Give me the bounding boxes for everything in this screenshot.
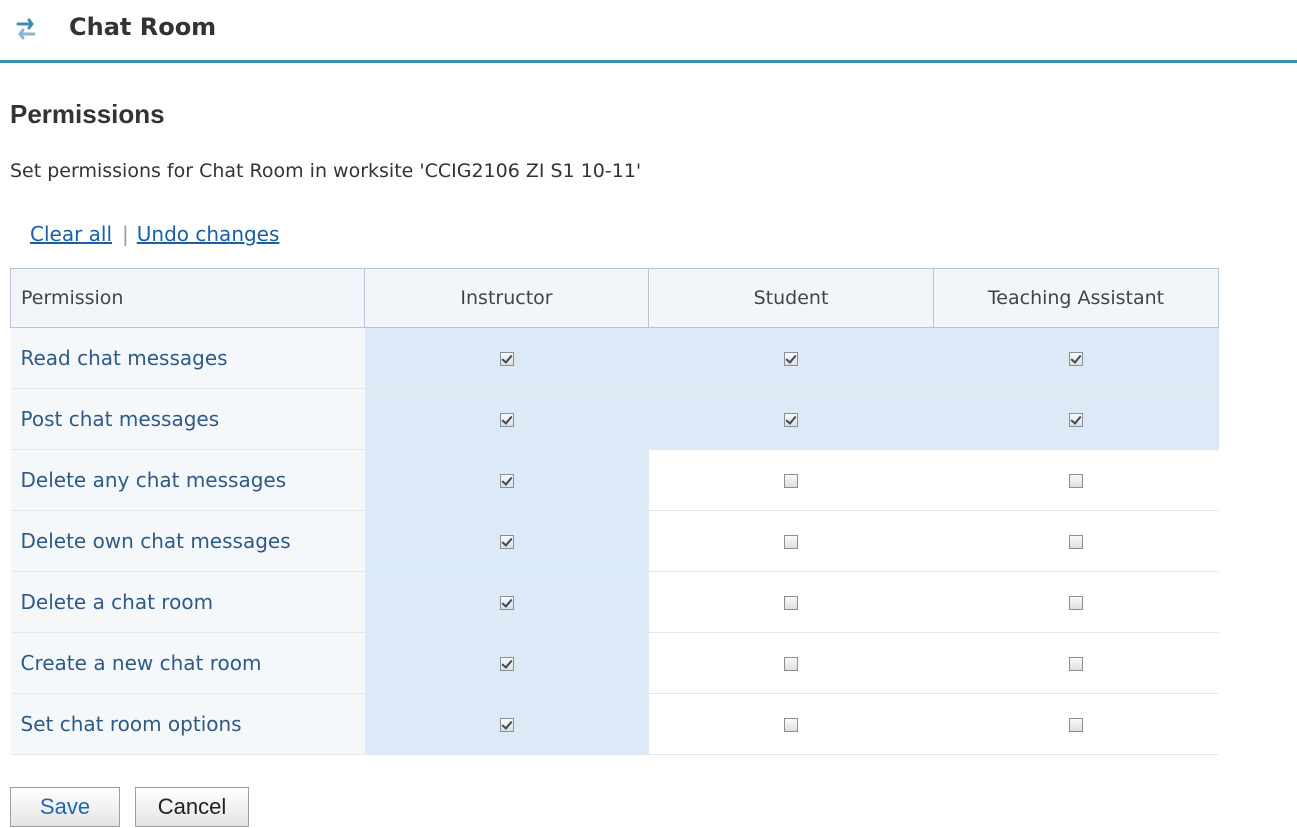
permission-cell (648, 632, 934, 694)
permission-cell (364, 510, 649, 572)
permission-label: Set chat room options (10, 693, 365, 755)
permission-cell (648, 571, 934, 633)
refresh-arrows-icon[interactable] (12, 16, 40, 44)
permission-cell (364, 327, 649, 389)
instructions-text: Set permissions for Chat Room in worksit… (10, 160, 642, 182)
clear-all-link[interactable]: Clear all (30, 222, 112, 246)
permission-checkbox[interactable] (1069, 596, 1083, 610)
permission-cell (648, 693, 934, 755)
page-title: Permissions (10, 99, 165, 129)
permission-checkbox[interactable] (784, 352, 798, 366)
column-header-permission: Permission (10, 268, 365, 328)
tool-title-bar: Chat Room (0, 0, 1297, 63)
permission-cell (933, 571, 1219, 633)
permission-checkbox[interactable] (784, 413, 798, 427)
action-separator: | (122, 222, 129, 246)
permission-cell (648, 327, 934, 389)
table-row[interactable]: Read chat messages (10, 327, 1219, 389)
permission-cell (933, 693, 1219, 755)
permission-checkbox[interactable] (1069, 352, 1083, 366)
permission-cell (364, 632, 649, 694)
permission-checkbox[interactable] (784, 596, 798, 610)
permission-checkbox[interactable] (1069, 657, 1083, 671)
column-header-student[interactable]: Student (648, 268, 934, 328)
permission-checkbox[interactable] (499, 535, 514, 549)
table-row[interactable]: Post chat messages (10, 388, 1219, 450)
save-button[interactable]: Save (10, 787, 120, 827)
permission-checkbox[interactable] (784, 657, 798, 671)
column-header-instructor[interactable]: Instructor (364, 268, 649, 328)
permission-label: Post chat messages (10, 388, 365, 450)
permission-checkbox[interactable] (1069, 474, 1083, 488)
permission-checkbox[interactable] (499, 474, 514, 488)
permission-checkbox[interactable] (784, 718, 798, 732)
permission-actions: Clear all | Undo changes (30, 222, 279, 246)
permissions-table: Permission Instructor Student Teaching A… (10, 268, 1219, 755)
permission-cell (648, 449, 934, 511)
permission-label: Create a new chat room (10, 632, 365, 694)
permission-label: Delete any chat messages (10, 449, 365, 511)
table-row[interactable]: Set chat room options (10, 693, 1219, 755)
permission-cell (364, 571, 649, 633)
permission-cell (648, 388, 934, 450)
permission-label: Delete own chat messages (10, 510, 365, 572)
permission-label: Delete a chat room (10, 571, 365, 633)
table-row[interactable]: Delete a chat room (10, 571, 1219, 633)
permission-cell (933, 327, 1219, 389)
permission-cell (933, 632, 1219, 694)
permission-cell (648, 510, 934, 572)
permission-cell (933, 449, 1219, 511)
permission-cell (364, 449, 649, 511)
cancel-button[interactable]: Cancel (135, 787, 249, 827)
permission-checkbox[interactable] (784, 535, 798, 549)
table-row[interactable]: Create a new chat room (10, 632, 1219, 694)
table-header-row: Permission Instructor Student Teaching A… (10, 268, 1219, 328)
column-header-teaching-assistant[interactable]: Teaching Assistant (933, 268, 1219, 328)
permission-checkbox[interactable] (499, 596, 514, 610)
permission-cell (364, 693, 649, 755)
permission-checkbox[interactable] (499, 718, 514, 732)
permission-checkbox[interactable] (1069, 718, 1083, 732)
undo-changes-link[interactable]: Undo changes (137, 222, 280, 246)
tool-title: Chat Room (69, 13, 217, 41)
permission-checkbox[interactable] (499, 413, 514, 427)
table-row[interactable]: Delete any chat messages (10, 449, 1219, 511)
table-row[interactable]: Delete own chat messages (10, 510, 1219, 572)
permission-checkbox[interactable] (1069, 535, 1083, 549)
permission-cell (933, 510, 1219, 572)
permission-checkbox[interactable] (499, 657, 514, 671)
permission-checkbox[interactable] (1069, 413, 1083, 427)
permission-checkbox[interactable] (784, 474, 798, 488)
permission-label: Read chat messages (10, 327, 365, 389)
permission-checkbox[interactable] (499, 352, 514, 366)
permission-cell (933, 388, 1219, 450)
permission-cell (364, 388, 649, 450)
